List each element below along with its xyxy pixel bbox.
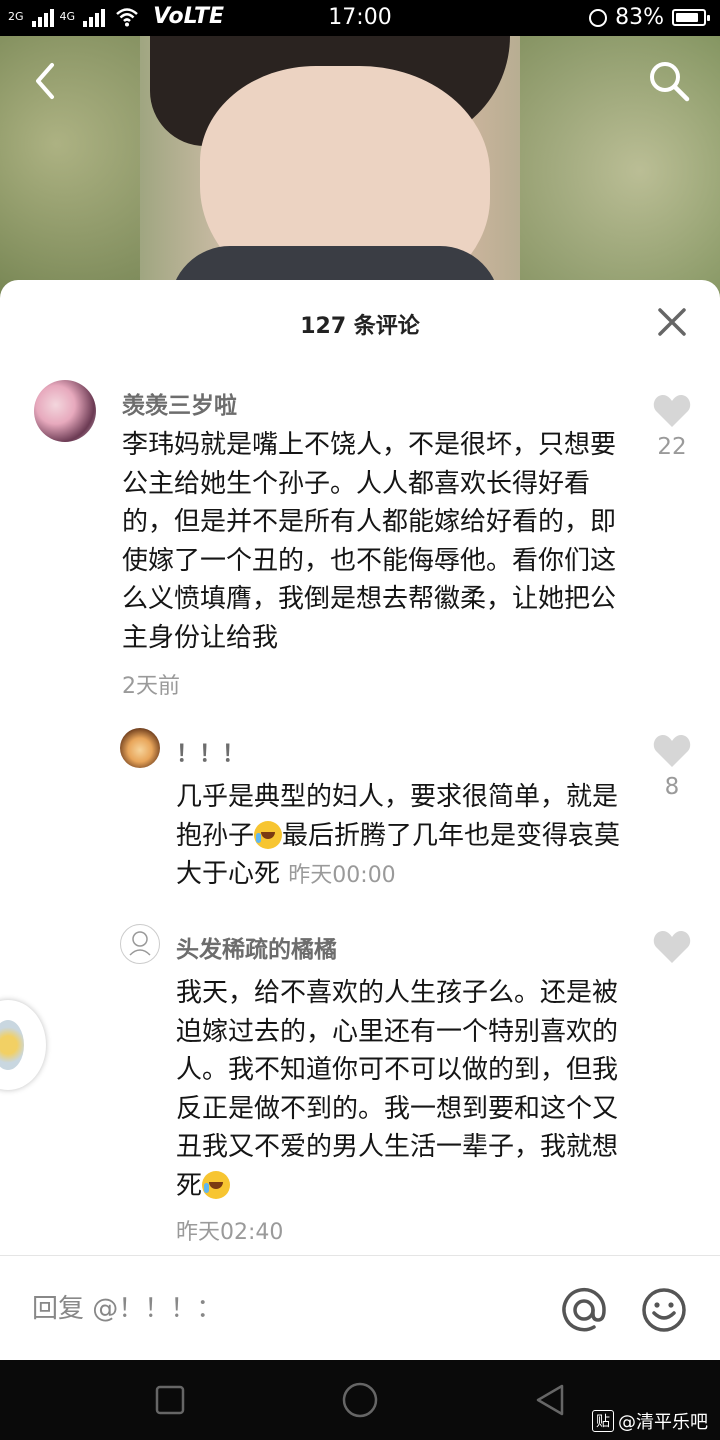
home-icon[interactable] [340, 1380, 380, 1420]
laugh-cry-emoji-icon [202, 1170, 231, 1199]
reply-bar: 回复 @！！！： [0, 1255, 720, 1361]
comment-time: 2天前 [122, 674, 180, 699]
avatar[interactable] [120, 924, 160, 964]
search-icon [650, 62, 690, 102]
smile-icon[interactable] [640, 1286, 688, 1334]
heart-icon [653, 931, 691, 963]
reply-text: 我天，给不喜欢的人生孩子么。还是被迫嫁过去的，心里还有一个特别喜欢的人。我不知道… [176, 974, 626, 1205]
back-button[interactable] [20, 56, 70, 106]
battery-icon [672, 9, 710, 26]
like-button[interactable]: 8 [642, 734, 702, 800]
chevron-left-icon [36, 63, 54, 99]
reply-input[interactable]: 回复 @！！！： [32, 1288, 222, 1325]
reply-time: 昨天02:40 [176, 1220, 284, 1245]
tieba-badge: 贴 [592, 1410, 614, 1432]
reply-time: 昨天00:00 [288, 863, 396, 888]
heart-icon [653, 395, 691, 427]
search-button[interactable] [644, 56, 694, 106]
close-icon[interactable] [652, 302, 692, 342]
reply-username[interactable]: 头发稀疏的橘橘 [176, 930, 337, 964]
heart-icon [653, 735, 691, 767]
reply-text: 几乎是典型的妇人，要求很简单，就是抱孙子 最后折腾了几年也是变得哀莫大于心死 昨天… [176, 778, 626, 896]
at-icon[interactable] [560, 1286, 608, 1334]
comment-count-title: 127 条评论 [300, 314, 420, 339]
watermark-text: @清平乐吧 [618, 1412, 708, 1433]
like-button[interactable] [642, 930, 702, 968]
like-count: 8 [664, 774, 680, 800]
comment-item: 羡羡三岁啦 李玮妈就是嘴上不饶人，不是很坏，只想要公主给她生个孙子。人人都喜欢长… [0, 378, 720, 708]
status-bar: 2G 4G VoLTE 17:00 83% [0, 0, 720, 36]
watermark: 贴 @清平乐吧 [592, 1408, 708, 1434]
like-count: 22 [657, 434, 687, 460]
comment-text: 李玮妈就是嘴上不饶人，不是很坏，只想要公主给她生个孙子。人人都喜欢长得好看的，但… [122, 430, 617, 653]
video-cover-image [0, 36, 720, 306]
like-button[interactable]: 22 [642, 394, 702, 460]
comment-username[interactable]: 羡羡三岁啦 [122, 386, 237, 420]
recent-apps-icon[interactable] [150, 1380, 190, 1420]
back-triangle-icon[interactable] [530, 1380, 570, 1420]
laugh-cry-emoji-icon [254, 820, 283, 849]
reply-item: 头发稀疏的橘橘 我天，给不喜欢的人生孩子么。还是被迫嫁过去的，心里还有一个特别喜… [0, 918, 720, 1248]
avatar[interactable] [120, 728, 160, 768]
reply-username[interactable]: ！！！ [176, 734, 245, 768]
avatar[interactable] [34, 380, 96, 442]
reply-item: ！！！ 几乎是典型的妇人，要求很简单，就是抱孙子 最后折腾了几年也是变得哀莫大于心… [0, 720, 720, 900]
reply-text-part: 我天，给不喜欢的人生孩子么。还是被迫嫁过去的，心里还有一个特别喜欢的人。我不知道… [176, 978, 619, 1201]
battery-percent: 83% [615, 5, 664, 30]
alarm-icon [589, 8, 608, 27]
comments-panel: 127 条评论 羡羡三岁啦 李玮妈就是嘴上不饶人，不是很坏，只想要公主给她生个孙… [0, 280, 720, 1360]
